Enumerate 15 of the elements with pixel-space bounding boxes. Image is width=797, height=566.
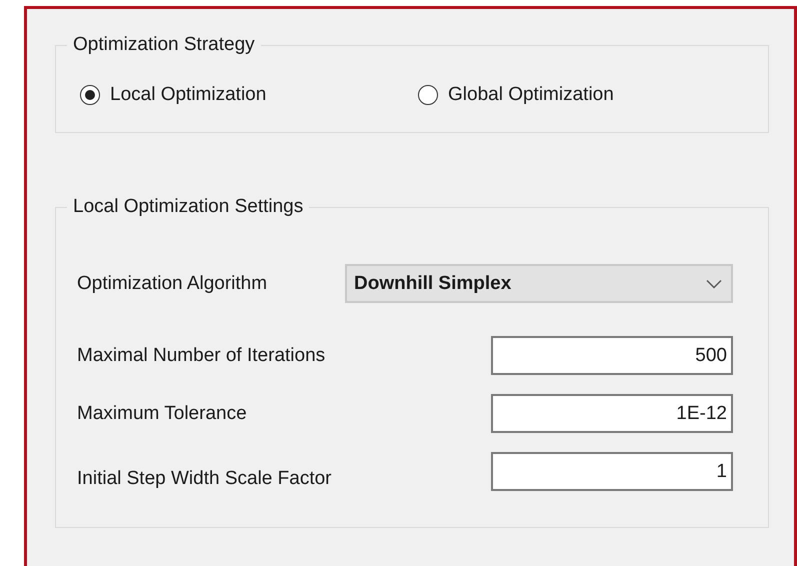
radio-option[interactable]: Local Optimization: [80, 84, 266, 106]
chevron-down-icon: [706, 278, 722, 288]
group-title: Optimization Strategy: [72, 34, 256, 56]
field-label: Initial Step Width Scale Factor: [77, 468, 332, 490]
field-label: Maximum Tolerance: [77, 402, 247, 424]
group-title: Local Optimization Settings: [72, 196, 304, 218]
field-label: Optimization Algorithm: [77, 272, 268, 294]
input-field[interactable]: 500: [491, 336, 733, 375]
algorithm-dropdown[interactable]: Downhill Simplex: [345, 264, 733, 303]
input-field[interactable]: 1E-12: [491, 394, 733, 433]
input-field[interactable]: 1: [491, 452, 733, 491]
field-label: Maximal Number of Iterations: [77, 344, 326, 366]
radio-button[interactable]: [418, 85, 438, 105]
radio-button[interactable]: [80, 85, 100, 105]
radio-option[interactable]: Global Optimization: [418, 84, 614, 106]
